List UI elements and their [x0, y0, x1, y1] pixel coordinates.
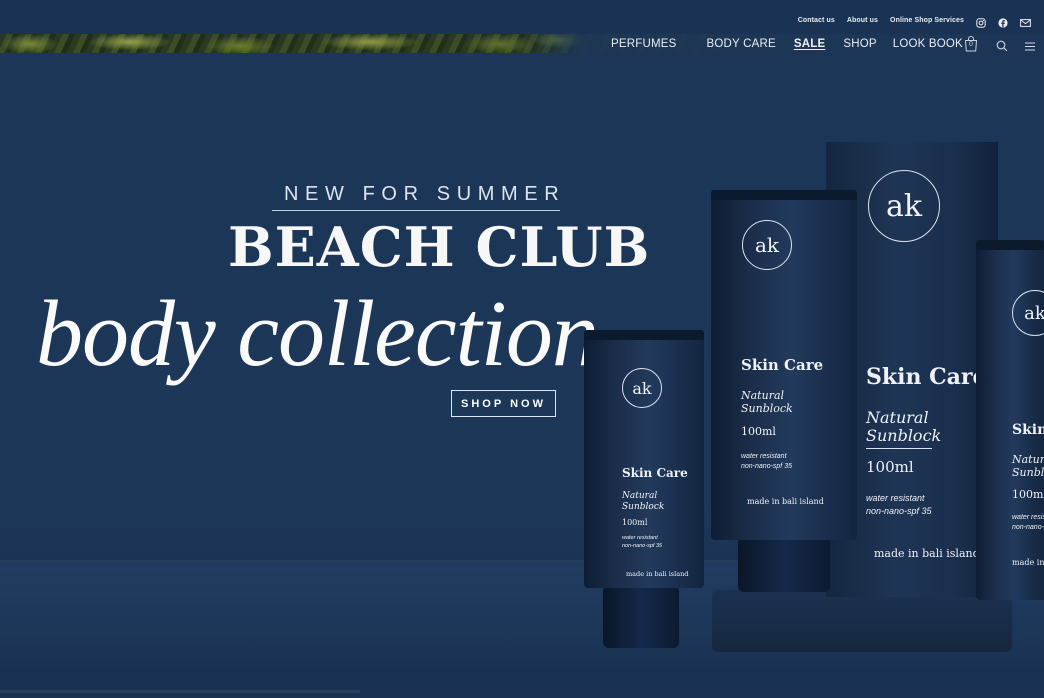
product-detail-line1: water resistant — [866, 493, 925, 503]
hero-script-title: body collection — [36, 282, 599, 386]
product-name-line2: Sunblock — [866, 426, 942, 445]
product-volume: 100ml — [622, 518, 648, 527]
product-origin: made in bali island — [747, 497, 824, 506]
kicker-divider — [272, 210, 560, 211]
product-title: Skin Care — [1012, 422, 1044, 438]
product-tube-center: ak Skin Care Natural Sunblock 100ml wate… — [711, 190, 857, 540]
nav-item-sale[interactable]: SALE — [794, 38, 825, 50]
product-detail-line2: non-nano-spf 35 — [1012, 524, 1044, 531]
shop-now-button[interactable]: SHOP NOW — [451, 390, 556, 417]
product-title: Skin Care — [866, 364, 987, 390]
hero-headline: BEACH CLUB — [228, 215, 651, 279]
product-origin: made in bali island — [626, 570, 689, 578]
product-name-line2: Sunblock — [622, 502, 665, 512]
product-detail-line2: non-nano-spf 35 — [866, 506, 932, 516]
tube-crimp — [711, 190, 857, 200]
product-rule — [866, 448, 932, 449]
brand-logo: ak — [868, 170, 940, 242]
product-tube-left: ak Skin Care Natural Sunblock 100ml wate… — [584, 330, 704, 588]
product-title: Skin Care — [741, 356, 824, 374]
nav-item-body-care[interactable]: BODY CARE — [707, 38, 776, 50]
tube-cap-center — [738, 540, 830, 592]
tube-crimp — [584, 330, 704, 340]
product-origin: made in bali island — [1012, 558, 1044, 567]
facebook-icon[interactable] — [998, 15, 1008, 28]
product-name-line1: Natural — [622, 491, 658, 501]
nav-item-look-book[interactable]: LOOK BOOK — [893, 38, 963, 50]
tube-crimp — [976, 240, 1044, 250]
brand-logo: ak — [742, 220, 792, 270]
product-volume: 100ml — [1012, 488, 1044, 501]
instagram-icon[interactable] — [976, 15, 986, 28]
nav-item-perfumes[interactable]: PERFUMES — [611, 38, 677, 50]
brand-logo: ak — [1012, 290, 1044, 336]
online-shop-services-link[interactable]: Online Shop Services — [890, 17, 964, 24]
product-origin: made in bali island — [874, 547, 980, 560]
product-detail-line1: water resistant — [1012, 514, 1044, 521]
hero-kicker: NEW FOR SUMMER — [284, 183, 566, 205]
mail-icon[interactable] — [1020, 15, 1031, 27]
product-volume: 100ml — [866, 458, 914, 476]
main-nav: PERFUMES BODY CARE SALE SHOP LOOK BOOK — [611, 36, 963, 52]
product-tube-right: ak Skin Care Natural Sunblock 100ml wate… — [976, 240, 1044, 600]
product-name-line2: Sunblock — [741, 402, 793, 415]
product-title: Skin Care — [622, 466, 688, 480]
tube-cap-left — [603, 588, 679, 648]
top-links: Contact us About us Online Shop Services — [798, 15, 1031, 28]
top-utility-bar: Contact us About us Online Shop Services — [0, 0, 1044, 34]
product-pedestal — [712, 590, 1012, 652]
nav-item-shop[interactable]: SHOP — [843, 38, 876, 50]
product-name-line1: Natural — [741, 389, 785, 402]
contact-us-link[interactable]: Contact us — [798, 17, 835, 24]
product-detail-line1: water resistant — [622, 535, 658, 541]
product-detail-line2: non-nano-spf 35 — [622, 543, 663, 549]
floor-highlight — [0, 690, 360, 693]
product-name-line2: Sunblock — [1012, 466, 1044, 479]
brand-logo: ak — [622, 368, 662, 408]
about-us-link[interactable]: About us — [847, 17, 878, 24]
product-volume: 100ml — [741, 425, 776, 438]
cart-count: 0 — [969, 41, 973, 48]
product-detail-line2: non-nano-spf 35 — [741, 463, 792, 470]
product-detail-line1: water resistant — [741, 453, 787, 460]
product-name-line1: Natural — [866, 408, 929, 427]
product-name-line1: Natural — [1012, 453, 1044, 466]
